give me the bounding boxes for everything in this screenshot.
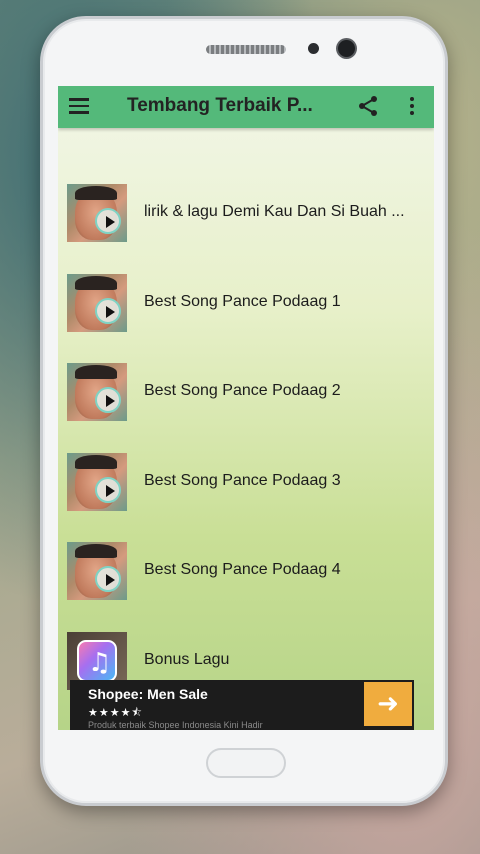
ad-subtitle: Produk terbaik Shopee Indonesia Kini Had…: [88, 720, 263, 730]
ad-cta-button[interactable]: ➜: [364, 682, 412, 726]
ad-banner[interactable]: Shopee: Men Sale ★★★★⯪ Produk terbaik Sh…: [70, 680, 414, 730]
list-item[interactable]: Best Song Pance Podaag 1: [58, 258, 434, 348]
front-camera: [338, 40, 355, 57]
arrow-right-icon: ➜: [377, 689, 399, 719]
app-screen: Tembang Terbaik P... lirik & lagu Demi K…: [58, 86, 434, 730]
singer-play-thumbnail: [67, 453, 127, 511]
share-icon[interactable]: [356, 94, 380, 118]
app-bar: Tembang Terbaik P...: [58, 86, 434, 128]
list-item-label: Best Song Pance Podaag 1: [144, 293, 341, 310]
list-item[interactable]: Best Song Pance Podaag 2: [58, 347, 434, 437]
play-icon: [95, 477, 121, 503]
list-item[interactable]: Best Song Pance Podaag 3: [58, 437, 434, 527]
play-icon: [95, 208, 121, 234]
list-item[interactable]: Best Song Pance Podaag 4: [58, 526, 434, 616]
speaker-grille: [206, 45, 286, 54]
singer-play-thumbnail: [67, 542, 127, 600]
list-item-label: lirik & lagu Demi Kau Dan Si Buah ...: [144, 203, 405, 220]
list-item-label: Best Song Pance Podaag 3: [144, 472, 341, 489]
list-item[interactable]: lirik & lagu Demi Kau Dan Si Buah ...: [58, 168, 434, 258]
list-item-label: Best Song Pance Podaag 2: [144, 382, 341, 399]
ad-title: Shopee: Men Sale: [88, 686, 208, 702]
proximity-sensor: [308, 43, 319, 54]
singer-play-thumbnail: [67, 363, 127, 421]
list-item-label: Best Song Pance Podaag 4: [144, 561, 341, 578]
play-icon: [95, 298, 121, 324]
more-vert-icon[interactable]: [406, 94, 418, 118]
hamburger-menu-icon[interactable]: [69, 98, 89, 114]
play-icon: [95, 566, 121, 592]
list-item-label: Bonus Lagu: [144, 651, 230, 668]
singer-play-thumbnail: [67, 184, 127, 242]
home-button[interactable]: [206, 748, 286, 778]
singer-play-thumbnail: [67, 274, 127, 332]
play-icon: [95, 387, 121, 413]
app-title: Tembang Terbaik P...: [127, 95, 313, 116]
